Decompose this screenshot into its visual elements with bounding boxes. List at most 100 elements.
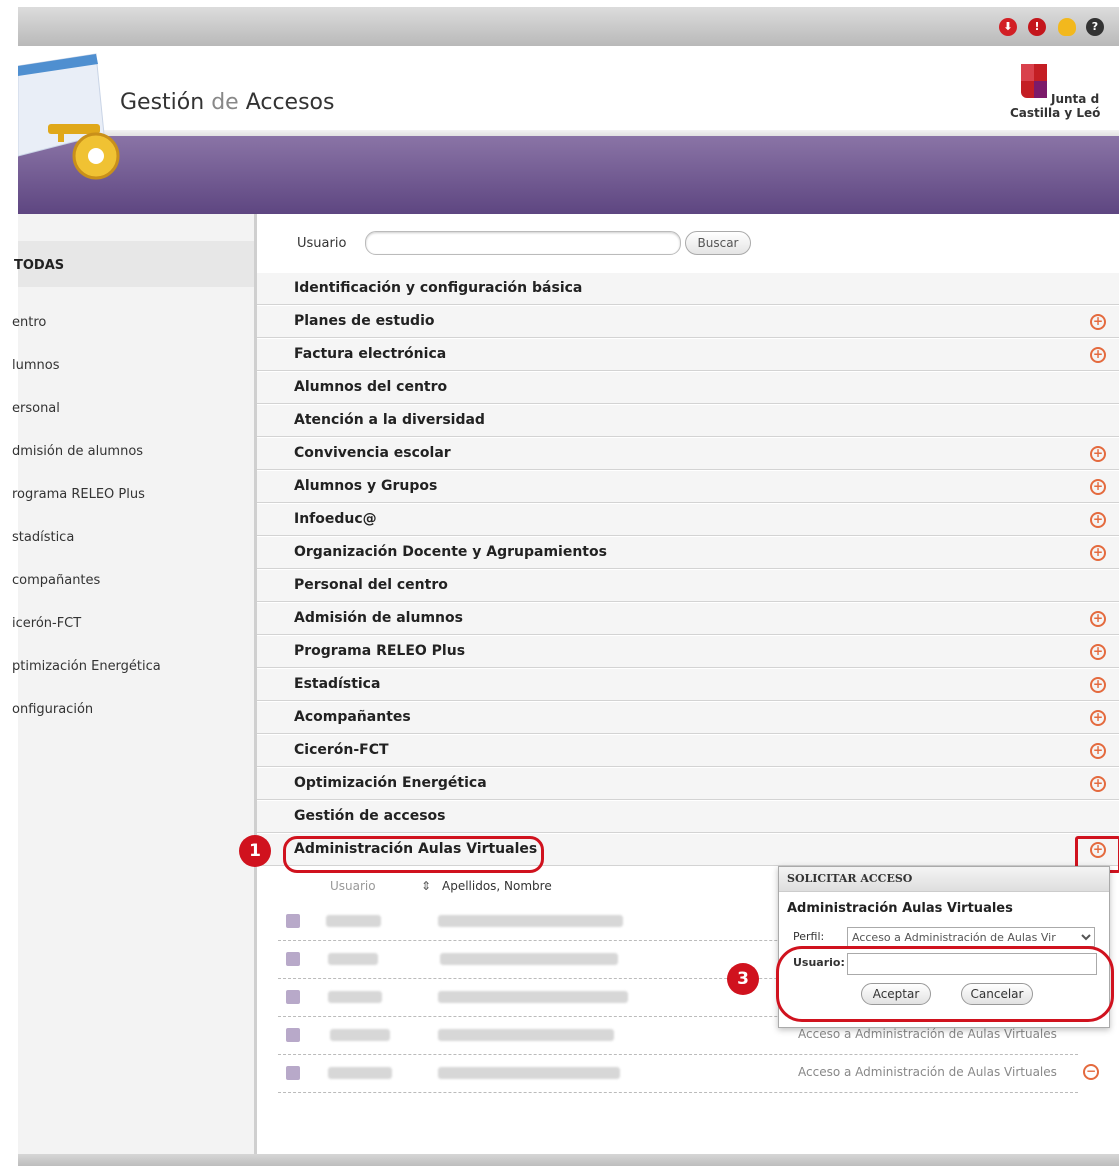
sidebar-item-estadistica[interactable]: stadística [12, 530, 74, 545]
redacted-name [438, 1029, 614, 1041]
module-row[interactable]: Alumnos y Grupos + [257, 471, 1119, 503]
user-icon [286, 990, 300, 1004]
plus-circle-icon[interactable]: + [1090, 347, 1106, 363]
top-toolbar: ⬇ ! ? [18, 7, 1119, 46]
module-row[interactable]: Admisión de alumnos + [257, 603, 1119, 635]
module-row[interactable]: Personal del centro [257, 570, 1119, 602]
sidebar-item-personal[interactable]: ersonal [12, 401, 60, 416]
sidebar-item-admision[interactable]: dmisión de alumnos [12, 444, 143, 459]
minus-circle-icon[interactable]: − [1083, 1064, 1099, 1080]
plus-circle-icon[interactable]: + [1090, 479, 1106, 495]
title-part-2: de [211, 90, 239, 115]
module-row[interactable]: Planes de estudio + [257, 306, 1119, 338]
redacted-user [328, 1067, 392, 1079]
perfil-select[interactable]: Acceso a Administración de Aulas Vir [847, 927, 1095, 947]
title-part-3: Accesos [245, 90, 335, 115]
dialog-title: Administración Aulas Virtuales [787, 901, 1013, 916]
plus-circle-icon[interactable]: + [1090, 512, 1106, 528]
module-label: Convivencia escolar [294, 445, 451, 461]
module-row[interactable]: Gestión de accesos [257, 801, 1119, 833]
title-part-1: Gestión [120, 90, 205, 115]
module-label: Organización Docente y Agrupamientos [294, 544, 607, 560]
search-label: Usuario [297, 236, 347, 251]
annotation-highlight-1 [283, 836, 544, 873]
module-row[interactable]: Programa RELEO Plus + [257, 636, 1119, 668]
plus-circle-icon[interactable]: + [1090, 677, 1106, 693]
plus-circle-icon[interactable]: + [1090, 314, 1106, 330]
module-row[interactable]: Estadística + [257, 669, 1119, 701]
redacted-user [330, 1029, 390, 1041]
redacted-user [328, 991, 382, 1003]
page-title: Gestión de Accesos [120, 90, 334, 115]
module-row[interactable]: Atención a la diversidad [257, 405, 1119, 437]
header-band [18, 136, 1119, 214]
junta-logo: Junta d Castilla y Leó [1010, 56, 1119, 126]
module-label: Programa RELEO Plus [294, 643, 466, 659]
plus-circle-icon[interactable]: + [1090, 545, 1106, 561]
plus-circle-icon[interactable]: + [1090, 776, 1106, 792]
table-row[interactable]: Acceso a Administración de Aulas Virtual… [278, 1054, 1099, 1093]
user-icon [286, 914, 300, 928]
help-icon[interactable]: ? [1086, 18, 1104, 36]
footer-bar [18, 1154, 1119, 1166]
lightbulb-icon[interactable] [1058, 18, 1076, 36]
module-row[interactable]: Convivencia escolar + [257, 438, 1119, 470]
annotation-highlight-3 [776, 946, 1114, 1022]
redacted-user [328, 953, 378, 965]
module-label: Alumnos y Grupos [294, 478, 438, 494]
module-label: Planes de estudio [294, 313, 435, 329]
brand-line-2: Castilla y Leó [1010, 106, 1101, 120]
sidebar-item-releo[interactable]: rograma RELEO Plus [12, 487, 145, 502]
plus-circle-icon[interactable]: + [1090, 743, 1106, 759]
column-header-user[interactable]: Usuario [330, 879, 376, 893]
module-row[interactable]: Organización Docente y Agrupamientos + [257, 537, 1119, 569]
plus-circle-icon[interactable]: + [1090, 611, 1106, 627]
module-row[interactable]: Identificación y configuración básica [257, 273, 1119, 305]
redacted-name [438, 991, 628, 1003]
brand-line-1: Junta d [1051, 92, 1100, 106]
row-profile: Acceso a Administración de Aulas Virtual… [798, 1027, 1057, 1041]
module-row[interactable]: Cicerón-FCT + [257, 735, 1119, 767]
search-input[interactable] [365, 231, 681, 255]
annotation-badge-1: 1 [239, 835, 271, 867]
module-row[interactable]: Factura electrónica + [257, 339, 1119, 371]
sidebar-item-centro[interactable]: entro [12, 315, 46, 330]
redacted-name [440, 953, 618, 965]
redacted-user [326, 915, 381, 927]
sidebar-item-configuracion[interactable]: onfiguración [12, 702, 93, 717]
module-label: Optimización Energética [294, 775, 487, 791]
sort-icon[interactable]: ⇕ [421, 879, 431, 893]
module-row[interactable]: Infoeduc@ + [257, 504, 1119, 536]
module-label: Admisión de alumnos [294, 610, 463, 626]
user-icon [286, 1028, 300, 1042]
key-logo-icon [18, 53, 120, 180]
plus-circle-icon[interactable]: + [1090, 710, 1106, 726]
redacted-name [438, 915, 623, 927]
search-button[interactable]: Buscar [685, 231, 751, 255]
module-label: Infoeduc@ [294, 511, 377, 527]
sidebar-item-optimizacion[interactable]: ptimización Energética [12, 659, 161, 674]
sidebar-item-acompanantes[interactable]: compañantes [12, 573, 100, 588]
annotation-badge-3: 3 [727, 963, 759, 995]
row-profile: Acceso a Administración de Aulas Virtual… [798, 1065, 1057, 1079]
plus-circle-icon[interactable]: + [1090, 644, 1106, 660]
app-header: Gestión de Accesos Junta d Castilla y Le… [18, 46, 1119, 214]
sidebar-item-alumnos[interactable]: lumnos [12, 358, 59, 373]
module-row[interactable]: Acompañantes + [257, 702, 1119, 734]
redacted-name [438, 1067, 620, 1079]
sidebar-item-todas[interactable]: TODAS [14, 241, 254, 287]
module-label: Alumnos del centro [294, 379, 448, 395]
sidebar: TODAS entro lumnos ersonal dmisión de al… [12, 214, 257, 1166]
sidebar-item-label: TODAS [14, 258, 65, 273]
dialog-header: SOLICITAR ACCESO [779, 867, 1109, 892]
user-icon [286, 1066, 300, 1080]
plus-circle-icon[interactable]: + [1090, 446, 1106, 462]
module-row[interactable]: Optimización Energética + [257, 768, 1119, 800]
column-header-name[interactable]: Apellidos, Nombre [442, 879, 552, 893]
module-label: Cicerón-FCT [294, 742, 389, 758]
module-row[interactable]: Alumnos del centro [257, 372, 1119, 404]
module-label: Gestión de accesos [294, 808, 446, 824]
download-icon[interactable]: ⬇ [999, 18, 1017, 36]
stop-icon[interactable]: ! [1028, 18, 1046, 36]
sidebar-item-ciceron[interactable]: icerón-FCT [12, 616, 81, 631]
